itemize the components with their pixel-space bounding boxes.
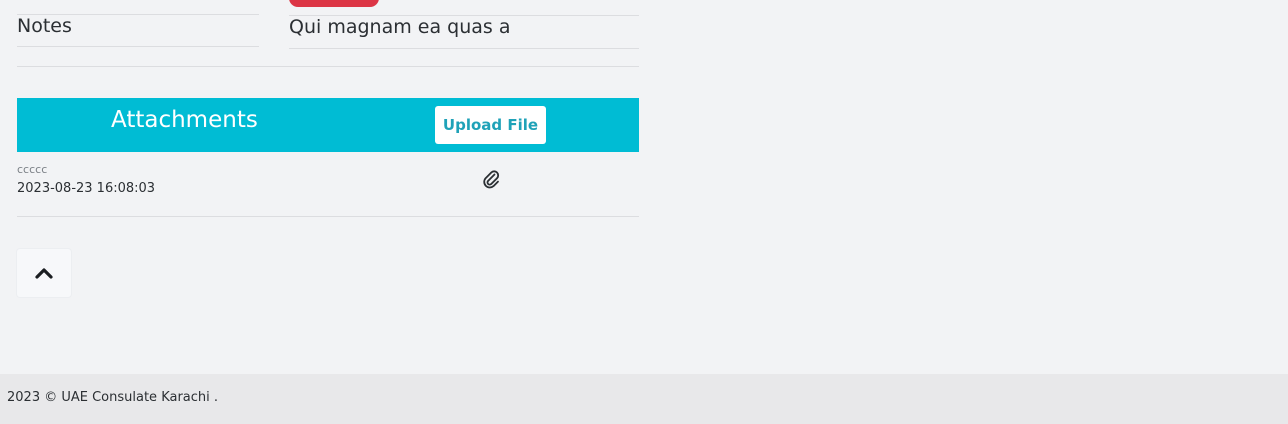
attachments-title: Attachments: [111, 107, 258, 133]
attachments-header: Attachments Upload File: [17, 98, 639, 152]
notes-label: Notes: [17, 14, 259, 47]
status-badge: [289, 0, 379, 7]
page: Notes Qui magnam ea quas a Attachments U…: [0, 0, 1288, 424]
file-name: ccccc: [17, 163, 48, 176]
chevron-up-icon: [35, 268, 53, 279]
file-date: 2023-08-23 16:08:03: [17, 181, 156, 196]
footer: 2023 © UAE Consulate Karachi .: [0, 374, 1288, 424]
notes-label-text: Notes: [17, 15, 72, 37]
footer-copyright: 2023 © UAE Consulate Karachi .: [7, 390, 219, 405]
upload-file-button[interactable]: Upload File: [435, 106, 546, 144]
list-item: ccccc 2023-08-23 16:08:03: [17, 152, 639, 217]
notes-value: Qui magnam ea quas a: [289, 15, 639, 49]
paperclip-icon[interactable]: [481, 168, 501, 190]
scroll-to-top-button[interactable]: [17, 249, 71, 297]
notes-row: Notes Qui magnam ea quas a: [17, 0, 639, 67]
notes-value-text: Qui magnam ea quas a: [289, 16, 511, 38]
